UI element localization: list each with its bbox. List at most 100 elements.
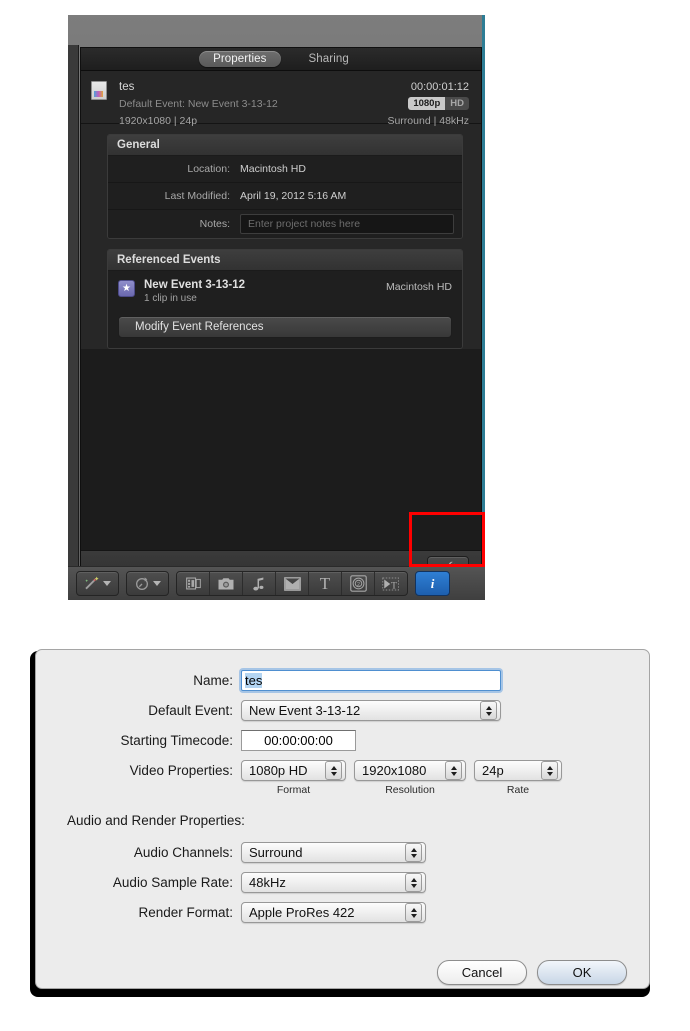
referenced-event-clip-count: 1 clip in use — [144, 293, 197, 304]
resolution-select[interactable]: 1920x1080 — [354, 760, 466, 781]
ok-button[interactable]: OK — [537, 960, 627, 985]
music-browser-button[interactable] — [243, 572, 276, 595]
film-strip-icon — [185, 577, 201, 590]
referenced-events-body: ★ New Event 3-13-12 1 clip in use Macint… — [108, 271, 462, 348]
chevron-down-icon — [410, 853, 417, 858]
general-row-location: Location: Macintosh HD — [108, 156, 462, 183]
default-event-label: Default Event: — [148, 703, 233, 718]
video-summary: 1920x1080 | 24p — [119, 114, 198, 127]
stepper-icon[interactable] — [325, 761, 342, 780]
audio-render-heading: Audio and Render Properties: — [67, 813, 245, 828]
info-i-icon: i — [430, 575, 435, 591]
window-left-strip — [68, 45, 79, 590]
referenced-event-texts: New Event 3-13-12 1 clip in use — [144, 279, 386, 304]
starting-timecode-row: Starting Timecode: 00:00:00:00 — [36, 730, 649, 751]
render-format-select[interactable]: Apple ProRes 422 — [241, 902, 426, 923]
starting-timecode-input[interactable]: 00:00:00:00 — [241, 730, 356, 751]
referenced-event-location: Macintosh HD — [386, 281, 452, 293]
default-event-select[interactable]: New Event 3-13-12 — [241, 700, 501, 721]
stepper-icon[interactable] — [445, 761, 462, 780]
themes-browser-button[interactable]: T — [375, 572, 407, 595]
stepper-icon[interactable] — [480, 701, 497, 720]
audio-sample-rate-value: 48kHz — [249, 875, 286, 890]
photos-browser-button[interactable] — [210, 572, 243, 595]
star-event-icon: ★ — [118, 280, 135, 297]
notes-label: Notes: — [199, 218, 230, 230]
target-icon: 2 — [349, 575, 367, 592]
audio-channels-label: Audio Channels: — [133, 845, 233, 860]
sheet-button-bar: Cancel OK — [36, 960, 649, 985]
window-right-edge — [482, 15, 485, 600]
chevron-down-icon — [330, 771, 337, 776]
svg-text:2: 2 — [357, 582, 360, 588]
modify-event-references-button[interactable]: Modify Event References — [118, 316, 452, 338]
fcp-bottom-toolbar: T 2 T i — [68, 566, 485, 600]
badge-resolution: 1080p — [408, 97, 446, 110]
name-label: Name: — [193, 673, 233, 688]
default-event-value: New Event 3-13-12 — [249, 703, 361, 718]
inspector-panel: Properties Sharing tes 00:00:01:12 Defau… — [80, 47, 482, 584]
render-format-label: Render Format: — [138, 905, 233, 920]
chevron-up-icon — [410, 877, 417, 882]
generators-browser-button[interactable]: 2 — [342, 572, 375, 595]
last-modified-label: Last Modified: — [164, 190, 230, 202]
tab-properties[interactable]: Properties — [199, 51, 281, 67]
stepper-icon[interactable] — [541, 761, 558, 780]
stepper-icon[interactable] — [405, 873, 422, 892]
retime-button[interactable] — [126, 571, 169, 596]
cancel-button[interactable]: Cancel — [437, 960, 527, 985]
rate-select[interactable]: 24p — [474, 760, 562, 781]
final-cut-pro-window: Properties Sharing tes 00:00:01:12 Defau… — [68, 15, 485, 600]
enhancement-tools-button[interactable] — [76, 571, 119, 596]
format-caption: Format — [276, 784, 311, 796]
text-tool-button[interactable]: T — [309, 572, 342, 595]
chevron-down-icon — [153, 581, 161, 586]
audio-sample-rate-label: Audio Sample Rate: — [112, 875, 233, 890]
inspector-empty-area — [81, 349, 481, 550]
project-duration-timecode: 00:00:01:12 — [410, 80, 469, 93]
transitions-browser-button[interactable] — [177, 572, 210, 595]
audio-channels-select[interactable]: Surround — [241, 842, 426, 863]
chevron-down-icon — [450, 771, 457, 776]
inspector-tab-bar: Properties Sharing — [81, 48, 481, 71]
project-file-icon — [91, 81, 107, 100]
notes-input[interactable]: Enter project notes here — [240, 214, 454, 234]
format-select[interactable]: 1080p HD — [241, 760, 346, 781]
default-event-label: Default Event: — [119, 97, 185, 110]
name-input[interactable]: tes — [241, 670, 501, 691]
tab-sharing[interactable]: Sharing — [295, 51, 363, 67]
rate-value: 24p — [482, 763, 504, 778]
chevron-up-icon — [410, 847, 417, 852]
referenced-event-row[interactable]: ★ New Event 3-13-12 1 clip in use Macint… — [118, 279, 452, 304]
video-properties-label: Video Properties: — [129, 763, 233, 778]
stepper-icon[interactable] — [405, 903, 422, 922]
project-properties-sheet: Name: tes Default Event: New Event 3-13-… — [35, 649, 650, 989]
chevron-down-icon — [410, 883, 417, 888]
name-row: Name: tes — [36, 670, 649, 691]
chevron-down-icon — [103, 581, 111, 586]
media-browser-button-group: T 2 T — [176, 571, 408, 596]
chevron-up-icon — [330, 765, 337, 770]
video-properties-row: Video Properties: 1080p HD 1920x1080 24p — [36, 760, 649, 781]
render-format-value: Apple ProRes 422 — [249, 905, 355, 920]
referenced-events-section: Referenced Events ★ New Event 3-13-12 1 … — [107, 249, 463, 349]
titles-browser-button[interactable] — [276, 572, 309, 595]
default-event-value: New Event 3-13-12 — [187, 97, 278, 110]
last-modified-value: April 19, 2012 5:16 AM — [240, 190, 347, 202]
magic-wand-icon — [85, 576, 99, 589]
inspector-toggle-button[interactable]: i — [415, 571, 450, 596]
music-note-icon — [253, 576, 264, 591]
text-t-icon: T — [319, 573, 331, 593]
referenced-events-title: Referenced Events — [108, 250, 462, 271]
project-name: tes — [119, 80, 135, 93]
audio-sample-rate-select[interactable]: 48kHz — [241, 872, 426, 893]
svg-text:T: T — [391, 580, 397, 591]
audio-sample-rate-row: Audio Sample Rate: 48kHz — [36, 872, 649, 893]
chevron-up-icon — [546, 765, 553, 770]
name-input-value: tes — [245, 673, 263, 688]
format-value: 1080p HD — [249, 763, 308, 778]
stepper-icon[interactable] — [405, 843, 422, 862]
general-row-last-modified: Last Modified: April 19, 2012 5:16 AM — [108, 183, 462, 210]
badge-quality: HD — [445, 97, 469, 110]
referenced-event-name: New Event 3-13-12 — [144, 279, 245, 291]
